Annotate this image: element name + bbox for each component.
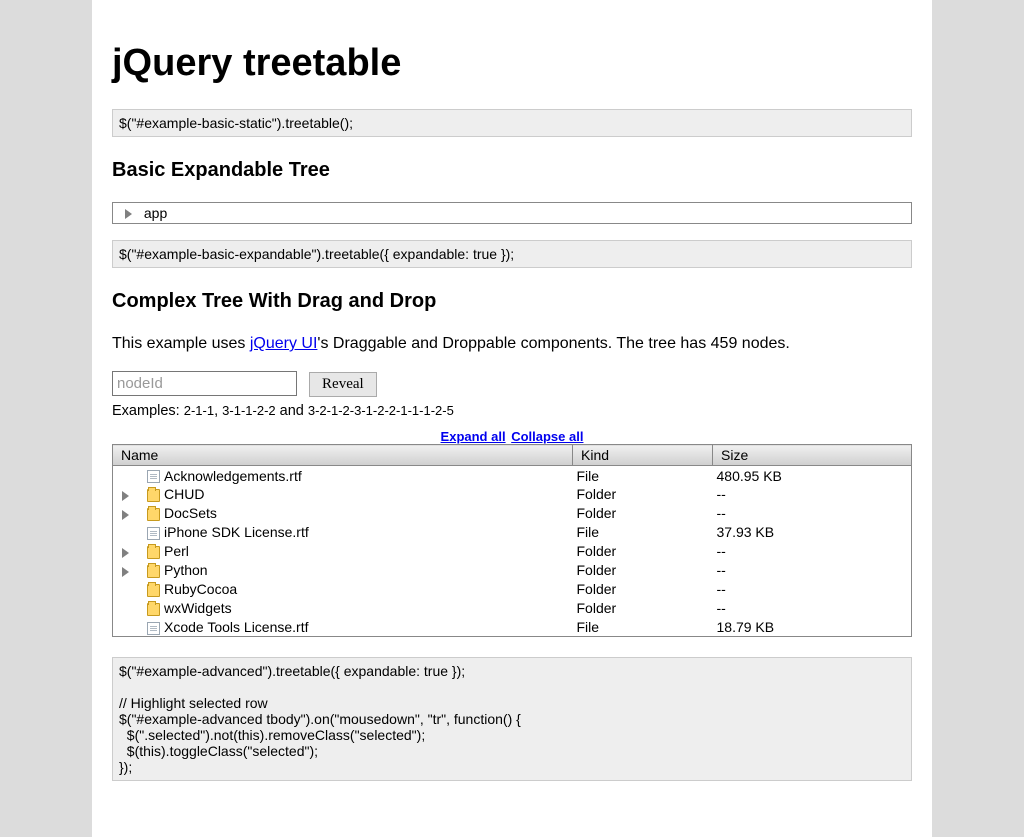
basic-tree-table: app	[112, 202, 912, 224]
table-row[interactable]: Xcode Tools License.rtf File18.79 KB	[113, 618, 912, 637]
file-icon	[147, 622, 160, 635]
row-name: Xcode Tools License.rtf	[164, 619, 309, 635]
expand-icon[interactable]	[117, 486, 133, 502]
code-block-basic-expandable: $("#example-basic-expandable").treetable…	[112, 240, 912, 268]
folder-icon	[147, 546, 160, 559]
example-id: 2-1-1	[184, 403, 214, 418]
row-size: 37.93 KB	[713, 523, 912, 542]
intro-suffix: 's Draggable and Droppable components. T…	[317, 335, 789, 352]
file-icon	[147, 470, 160, 483]
row-kind: Folder	[573, 542, 713, 561]
table-row[interactable]: DocSets Folder--	[113, 504, 912, 523]
row-size: 480.95 KB	[713, 466, 912, 485]
tree-node-label: app	[144, 205, 167, 221]
row-kind: Folder	[573, 485, 713, 504]
table-row[interactable]: Acknowledgements.rtf File480.95 KB	[113, 466, 912, 485]
table-row[interactable]: iPhone SDK License.rtf File37.93 KB	[113, 523, 912, 542]
code-block-basic-static: $("#example-basic-static").treetable();	[112, 109, 912, 137]
tree-row[interactable]: app	[113, 203, 912, 224]
row-size: 18.79 KB	[713, 618, 912, 637]
reveal-button[interactable]: Reveal	[309, 372, 377, 397]
example-id: 3-2-1-2-3-1-2-2-1-1-1-2-5	[308, 403, 454, 418]
nodeid-input[interactable]	[112, 371, 297, 396]
folder-icon	[147, 489, 160, 502]
folder-icon	[147, 603, 160, 616]
intro-prefix: This example uses	[112, 335, 250, 352]
row-size: --	[713, 542, 912, 561]
code-block-advanced: $("#example-advanced").treetable({ expan…	[112, 657, 912, 781]
row-name: Perl	[164, 543, 189, 559]
folder-icon	[147, 508, 160, 521]
table-row[interactable]: wxWidgets Folder--	[113, 599, 912, 618]
row-name: wxWidgets	[164, 600, 232, 616]
row-size: --	[713, 580, 912, 599]
column-header-name[interactable]: Name	[113, 445, 573, 466]
expand-all-link[interactable]: Expand all	[441, 429, 506, 444]
row-name: Acknowledgements.rtf	[164, 468, 302, 484]
expand-icon[interactable]	[117, 562, 133, 578]
row-kind: File	[573, 523, 713, 542]
row-kind: Folder	[573, 599, 713, 618]
example-id: 3-1-1-2-2	[222, 403, 275, 418]
table-row[interactable]: Python Folder--	[113, 561, 912, 580]
complex-tree-table: Name Kind Size Acknowledgements.rtfFile4…	[112, 444, 912, 637]
expand-icon[interactable]	[125, 209, 132, 219]
row-name: CHUD	[164, 486, 204, 502]
page-title: jQuery treetable	[112, 0, 912, 109]
row-size: --	[713, 504, 912, 523]
intro-paragraph: This example uses jQuery UI's Draggable …	[112, 333, 912, 355]
examples-label: Examples:	[112, 403, 184, 419]
row-kind: Folder	[573, 580, 713, 599]
column-header-size[interactable]: Size	[713, 445, 912, 466]
row-name: Python	[164, 562, 208, 578]
row-kind: File	[573, 618, 713, 637]
row-name: iPhone SDK License.rtf	[164, 524, 309, 540]
collapse-all-link[interactable]: Collapse all	[511, 429, 583, 444]
row-kind: Folder	[573, 561, 713, 580]
examples-line: Examples: 2-1-1, 3-1-1-2-2 and 3-2-1-2-3…	[112, 403, 912, 419]
examples-and: and	[276, 403, 308, 419]
file-icon	[147, 527, 160, 540]
table-row[interactable]: Perl Folder--	[113, 542, 912, 561]
row-name: DocSets	[164, 505, 217, 521]
expand-icon[interactable]	[117, 505, 133, 521]
column-header-kind[interactable]: Kind	[573, 445, 713, 466]
row-size: --	[713, 485, 912, 504]
table-row[interactable]: CHUD Folder--	[113, 485, 912, 504]
jquery-ui-link[interactable]: jQuery UI	[250, 335, 318, 352]
row-size: --	[713, 561, 912, 580]
table-row[interactable]: RubyCocoa Folder--	[113, 580, 912, 599]
folder-icon	[147, 565, 160, 578]
row-name: RubyCocoa	[164, 581, 237, 597]
heading-complex: Complex Tree With Drag and Drop	[112, 290, 912, 313]
row-kind: File	[573, 466, 713, 485]
row-size: --	[713, 599, 912, 618]
folder-icon	[147, 584, 160, 597]
expand-icon[interactable]	[117, 543, 133, 559]
heading-basic-expandable: Basic Expandable Tree	[112, 159, 912, 182]
row-kind: Folder	[573, 504, 713, 523]
